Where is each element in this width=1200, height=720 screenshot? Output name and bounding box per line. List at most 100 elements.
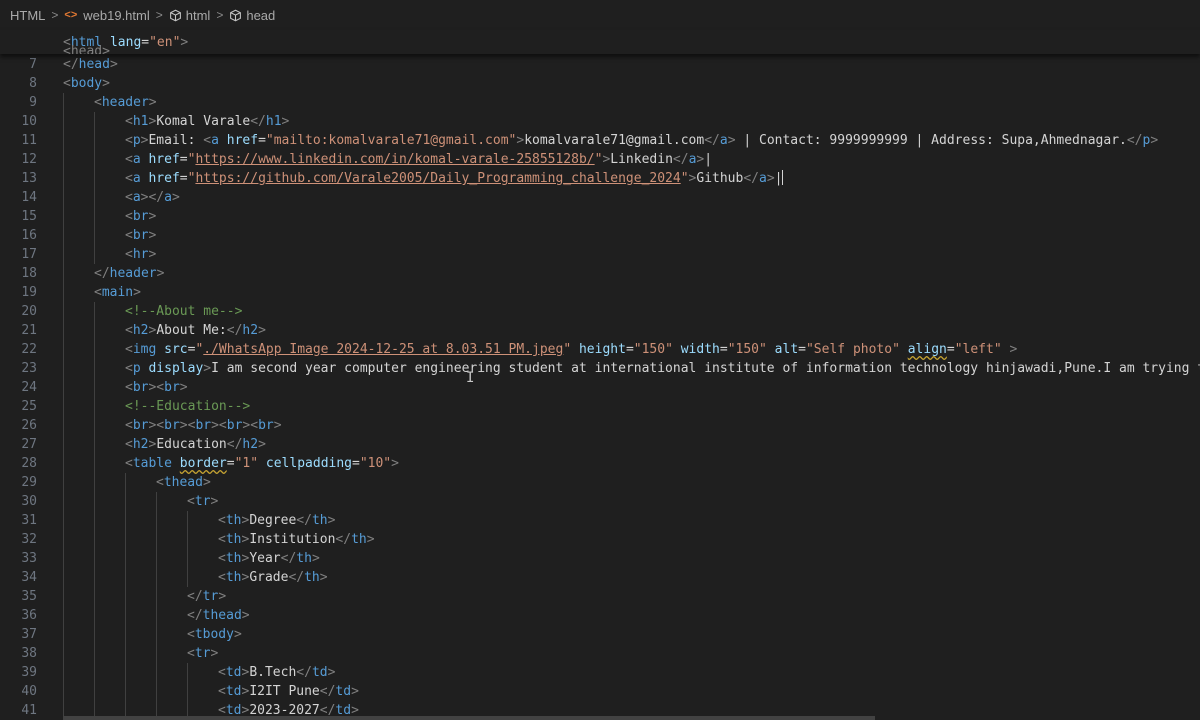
code-text[interactable]: <img src = "./WhatsApp Image 2024-12-25 at…	[125, 340, 1017, 359]
code-line[interactable]: 29 <thead>	[0, 473, 1200, 492]
code-token: >	[327, 665, 336, 680]
code-line[interactable]: 15 <br>	[0, 207, 1200, 226]
code-token: <	[125, 456, 133, 471]
code-line[interactable]: 9 <header>	[0, 93, 1200, 112]
sticky-scroll-header[interactable]: 2 <html lang="en"> <head>	[0, 30, 1200, 54]
code-line[interactable]: 19 <main>	[0, 283, 1200, 302]
code-text[interactable]: <tr>	[187, 644, 218, 663]
code-text[interactable]: </tr>	[187, 587, 226, 606]
code-line[interactable]: 26 <br><br><br><br><br>	[0, 416, 1200, 435]
code-line[interactable]: 14 <a></a>	[0, 188, 1200, 207]
code-token: "1"	[234, 456, 259, 471]
code-line[interactable]: 22 <img src = "./WhatsApp Image 2024-12-25 …	[0, 340, 1200, 359]
code-line[interactable]: 37 <tbody>	[0, 625, 1200, 644]
code-text[interactable]: <a></a>	[125, 188, 180, 207]
code-text[interactable]: </thead>	[187, 606, 250, 625]
code-line[interactable]: 10 <h1>Komal Varale</h1>	[0, 112, 1200, 131]
code-token: ./WhatsApp Image 2024-12-25 at 8.03.51 P…	[203, 342, 564, 357]
code-text[interactable]: <th>Year</th>	[218, 549, 320, 568]
chevron-right-icon: >	[155, 8, 163, 22]
code-line[interactable]: 35 </tr>	[0, 587, 1200, 606]
code-line[interactable]: 18 </header>	[0, 264, 1200, 283]
code-token: <!--About me-->	[125, 304, 243, 319]
code-token: "10"	[359, 456, 392, 471]
code-line[interactable]: 31 <th>Degree</th>	[0, 511, 1200, 530]
code-text[interactable]: <header>	[94, 93, 157, 112]
code-line[interactable]: 23 <p display>I am second year computer e…	[0, 359, 1200, 378]
code-line[interactable]: 20 <!--About me-->	[0, 302, 1200, 321]
code-token: ><	[148, 418, 165, 433]
code-text[interactable]: <td>I2IT Pune</td>	[218, 682, 359, 701]
code-line[interactable]: 36 </thead>	[0, 606, 1200, 625]
code-line[interactable]: 13 <a href="https://github.com/Varale2005…	[0, 169, 1200, 188]
code-text[interactable]: <body>	[63, 74, 110, 93]
code-text[interactable]: <p display>I am second year computer eng…	[125, 359, 1200, 378]
code-text[interactable]: </head>	[63, 55, 118, 74]
code-text[interactable]: <th>Grade</th>	[218, 568, 328, 587]
code-text[interactable]: <hr>	[125, 245, 156, 264]
code-token: <	[187, 494, 195, 509]
code-line[interactable]: 28 <table border="1" cellpadding="10">	[0, 454, 1200, 473]
code-token: >	[727, 133, 736, 148]
code-line[interactable]: 34 <th>Grade</th>	[0, 568, 1200, 587]
code-token: p	[132, 133, 141, 148]
code-editor[interactable]: 7 </head> 8 <body> 9 <header> 10 <h1>Komal Vara…	[0, 54, 1200, 720]
code-line[interactable]: 11 <p>Email: <a href="mailto:komalvarale7…	[0, 131, 1200, 150]
code-text[interactable]: <!--About me-->	[125, 302, 242, 321]
code-text[interactable]: <h1>Komal Varale</h1>	[125, 112, 289, 131]
code-line[interactable]: 21 <h2>About Me:</h2>	[0, 321, 1200, 340]
code-line[interactable]: 39 <td>B.Tech</td>	[0, 663, 1200, 682]
horizontal-scrollbar[interactable]	[63, 716, 875, 720]
symbol-element-icon	[169, 9, 181, 21]
code-line[interactable]: 8 <body>	[0, 74, 1200, 93]
code-line[interactable]: 16 <br>	[0, 226, 1200, 245]
code-text[interactable]: <tr>	[187, 492, 218, 511]
breadcrumb-file[interactable]: web19.html	[83, 8, 149, 23]
code-text[interactable]: <table border="1" cellpadding="10">	[125, 454, 399, 473]
breadcrumb-language[interactable]: HTML	[10, 8, 45, 23]
code-line[interactable]: 32 <th>Institution</th>	[0, 530, 1200, 549]
code-token: ><	[211, 418, 227, 433]
code-line[interactable]: 33 <th>Year</th>	[0, 549, 1200, 568]
code-token: th	[296, 551, 312, 566]
code-text[interactable]: <p>Email: <a href="mailto:komalvarale71@…	[125, 131, 1158, 150]
code-text[interactable]: <tbody>	[187, 625, 242, 644]
code-text[interactable]: <h2>Education</h2>	[125, 435, 266, 454]
code-token: >	[516, 133, 525, 148]
code-text[interactable]: <br><br><br><br><br>	[125, 416, 282, 435]
code-token: thead	[163, 475, 203, 490]
code-text[interactable]: <br>	[125, 207, 156, 226]
code-token: |	[774, 171, 783, 186]
code-text[interactable]: <h2>About Me:</h2>	[125, 321, 266, 340]
code-token: https://www.linkedin.com/in/komal-varale…	[195, 152, 595, 167]
code-text[interactable]: <th>Degree</th>	[218, 511, 335, 530]
code-text[interactable]: <td>B.Tech</td>	[218, 663, 335, 682]
code-line[interactable]: 17 <hr>	[0, 245, 1200, 264]
code-line[interactable]: 40 <td>I2IT Pune</td>	[0, 682, 1200, 701]
breadcrumb-node-html[interactable]: html	[186, 8, 211, 23]
code-text[interactable]: <th>Institution</th>	[218, 530, 375, 549]
code-token: <!--Education-->	[125, 399, 251, 414]
code-line[interactable]: 12 <a href="https://www.linkedin.com/in/k…	[0, 150, 1200, 169]
line-number: 12	[21, 152, 37, 167]
code-text[interactable]: <thead>	[156, 473, 211, 492]
code-line[interactable]: 27 <h2>Education</h2>	[0, 435, 1200, 454]
code-line[interactable]: 24 <br><br>	[0, 378, 1200, 397]
code-line[interactable]: 25 <!--Education-->	[0, 397, 1200, 416]
code-token: ></	[140, 190, 165, 205]
code-text[interactable]: <main>	[94, 283, 141, 302]
code-text[interactable]: </header>	[94, 264, 164, 283]
code-text[interactable]: <br><br>	[125, 378, 188, 397]
code-text[interactable]: <a href="https://www.linkedin.com/in/kom…	[125, 150, 712, 169]
code-token: td	[335, 684, 352, 699]
sticky-line[interactable]: 2 <html lang="en">	[0, 33, 1200, 52]
code-line[interactable]: 7 </head>	[0, 55, 1200, 74]
code-text[interactable]: <a href="https://github.com/Varale2005/D…	[125, 169, 784, 188]
code-line[interactable]: 38 <tr>	[0, 644, 1200, 663]
code-text[interactable]: <!--Education-->	[125, 397, 250, 416]
code-text[interactable]: <br>	[125, 226, 156, 245]
breadcrumb-node-head[interactable]: head	[246, 8, 275, 23]
code-token: <	[187, 627, 195, 642]
code-line[interactable]: 30 <tr>	[0, 492, 1200, 511]
